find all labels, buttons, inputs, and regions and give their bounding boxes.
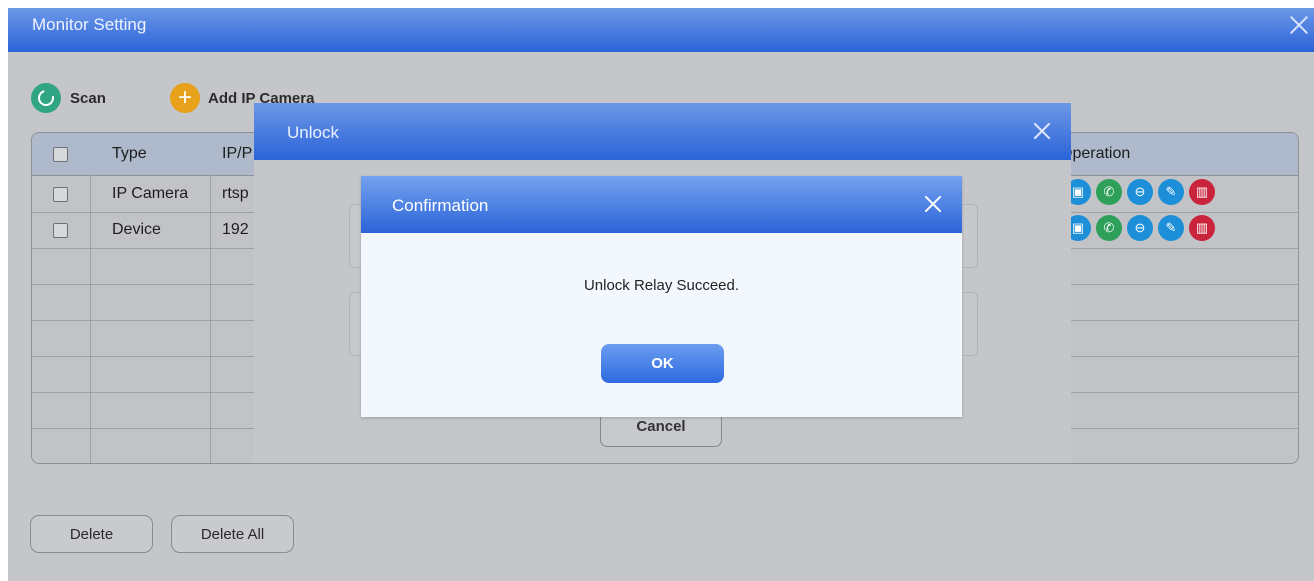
delete-button[interactable]: Delete — [30, 515, 153, 553]
monitor-setting-window: Monitor Setting Scan + Add IP Camera Typ… — [8, 8, 1314, 581]
edit-icon[interactable]: ✎ — [1158, 179, 1184, 205]
header-ip: IP/P — [222, 145, 253, 162]
window-titlebar: Monitor Setting — [8, 8, 1314, 52]
unlock-title: Unlock — [287, 123, 339, 142]
row-ip: rtsp — [222, 185, 249, 202]
window-title: Monitor Setting — [32, 15, 147, 34]
row-operations: ▣ ✆ ⊖ ✎ ▥ — [1065, 179, 1220, 205]
confirmation-close-icon[interactable] — [922, 193, 944, 215]
row-ip: 192 — [222, 221, 249, 238]
row-checkbox[interactable] — [53, 187, 68, 202]
confirmation-dialog: Confirmation Unlock Relay Succeed. OK — [361, 176, 962, 417]
confirmation-title: Confirmation — [392, 196, 489, 215]
scan-button[interactable]: Scan — [31, 83, 106, 113]
call-icon[interactable]: ✆ — [1096, 215, 1122, 241]
delete-icon[interactable]: ▥ — [1189, 215, 1215, 241]
unlock-close-icon[interactable] — [1031, 120, 1053, 142]
confirmation-message: Unlock Relay Succeed. — [583, 277, 740, 294]
confirmation-titlebar: Confirmation — [361, 176, 962, 233]
row-operations: ▣ ✆ ⊖ ✎ ▥ — [1065, 215, 1220, 241]
unlock-titlebar: Unlock — [254, 103, 1071, 160]
unlock-icon[interactable]: ⊖ — [1127, 215, 1153, 241]
row-type: IP Camera — [112, 185, 189, 202]
call-icon[interactable]: ✆ — [1096, 179, 1122, 205]
edit-icon[interactable]: ✎ — [1158, 215, 1184, 241]
header-type: Type — [112, 145, 147, 162]
delete-icon[interactable]: ▥ — [1189, 179, 1215, 205]
select-all-checkbox[interactable] — [53, 147, 68, 162]
row-type: Device — [112, 221, 161, 238]
plus-icon: + — [170, 83, 200, 113]
window-close-icon[interactable] — [1288, 14, 1310, 36]
scan-label: Scan — [70, 89, 106, 107]
ok-button[interactable]: OK — [601, 344, 724, 383]
unlock-icon[interactable]: ⊖ — [1127, 179, 1153, 205]
row-checkbox[interactable] — [53, 223, 68, 238]
delete-all-button[interactable]: Delete All — [171, 515, 294, 553]
scan-icon — [31, 83, 61, 113]
